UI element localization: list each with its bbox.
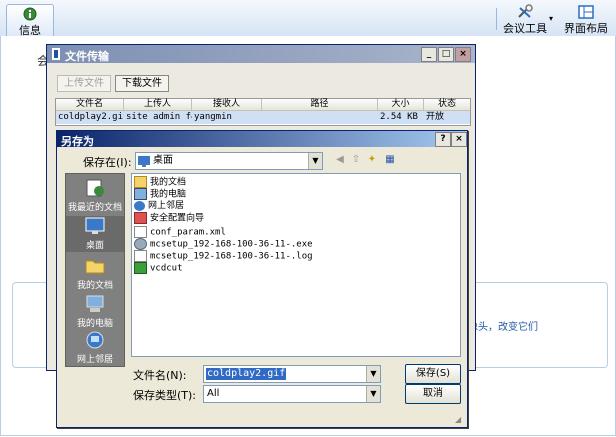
list-item[interactable]: mcsetup_192-168-100-36-11-.exe xyxy=(134,238,313,250)
info-icon xyxy=(23,7,37,21)
layout-icon xyxy=(578,5,594,19)
place-label: 网上邻居 xyxy=(76,355,113,365)
place-desktop[interactable]: 桌面 xyxy=(66,216,124,252)
column-header[interactable]: 路径 xyxy=(262,99,378,111)
shortcut-icon xyxy=(134,262,147,274)
place-network[interactable]: 网上邻居 xyxy=(66,330,124,365)
list-item[interactable]: 网上邻居 xyxy=(134,200,184,212)
list-item[interactable]: mcsetup_192-168-100-36-11-.log xyxy=(134,250,313,262)
upload-button[interactable]: 上传文件 xyxy=(57,75,111,92)
table-cell: site admin f4 xyxy=(126,112,192,122)
help-button[interactable]: ? xyxy=(435,132,451,147)
place-label: 我最近的文档 xyxy=(67,203,122,213)
close-button[interactable]: × xyxy=(451,132,467,147)
up-folder-icon[interactable]: ⇧ xyxy=(349,153,363,167)
column-header[interactable]: 上传人 xyxy=(124,99,192,111)
place-my-computer[interactable]: 我的电脑 xyxy=(66,294,124,329)
view-menu-icon[interactable]: ▦ xyxy=(383,153,397,167)
background-link[interactable]: 像头，改变它们 xyxy=(468,318,538,333)
list-item[interactable]: 我的电脑 xyxy=(134,188,186,200)
recent-documents-icon xyxy=(86,179,104,197)
new-folder-icon[interactable]: ✦ xyxy=(365,153,379,167)
save-button[interactable]: 保存(S) xyxy=(405,364,461,384)
filetype-select[interactable]: All ▼ xyxy=(203,385,381,403)
place-label: 我的文档 xyxy=(76,281,113,291)
filename-field[interactable]: coldplay2.gif ▼ xyxy=(203,365,381,383)
layout-label: 界面布局 xyxy=(564,22,608,35)
folder-icon xyxy=(134,176,147,188)
save-in-value: 桌面 xyxy=(153,155,173,166)
table-cell: 2.54 KB xyxy=(380,112,418,122)
tab-info[interactable]: 信息 xyxy=(6,4,54,37)
save-as-titlebar[interactable]: 另存为 ? × xyxy=(57,131,467,148)
filetype-label: 保存类型(T): xyxy=(133,389,197,402)
chevron-down-icon[interactable]: ▾ xyxy=(549,14,553,23)
back-icon[interactable]: ◀ xyxy=(333,153,347,167)
resize-grip-icon[interactable]: ◢ xyxy=(455,415,461,424)
save-in-label: 保存在(I): xyxy=(83,156,132,169)
network-icon xyxy=(86,331,104,349)
installer-icon xyxy=(134,238,147,250)
toolbar-separator xyxy=(496,8,497,30)
list-item[interactable]: 安全配置向导 xyxy=(134,212,204,224)
security-wizard-icon xyxy=(134,212,147,224)
maximize-button[interactable]: □ xyxy=(438,47,454,62)
places-bar: 我最近的文档 桌面 我的文档 我的电脑 网上邻居 xyxy=(65,173,125,367)
layout-button[interactable]: 界面布局 xyxy=(560,4,612,35)
app-toolbar: 信息 会议工具 ▾ 界面布局 xyxy=(0,0,616,37)
file-transfer-titlebar[interactable]: 文件传输 _ □ × xyxy=(47,45,475,63)
file-icon xyxy=(134,226,147,238)
table-cell: coldplay2.gif xyxy=(58,112,124,122)
place-my-documents[interactable]: 我的文档 xyxy=(66,256,124,291)
place-label: 我的电脑 xyxy=(76,319,113,329)
save-as-title: 另存为 xyxy=(61,135,94,148)
minimize-button[interactable]: _ xyxy=(421,47,437,62)
column-header[interactable]: 接收人 xyxy=(192,99,262,111)
file-list: 我的文档 我的电脑 网上邻居 安全配置向导 conf_param.xml mcs… xyxy=(131,173,461,357)
chevron-down-icon[interactable]: ▼ xyxy=(366,366,380,382)
list-item[interactable]: conf_param.xml xyxy=(134,226,226,238)
place-recent[interactable]: 我最近的文档 xyxy=(66,178,124,213)
list-item[interactable]: vcdcut xyxy=(134,262,183,274)
column-header[interactable]: 文件名 xyxy=(56,99,124,111)
table-cell xyxy=(262,111,378,124)
column-header[interactable]: 大小 xyxy=(378,99,424,111)
text-file-icon xyxy=(134,250,147,262)
download-button[interactable]: 下载文件 xyxy=(115,75,169,92)
chevron-down-icon[interactable]: ▼ xyxy=(308,153,322,169)
computer-icon xyxy=(86,295,104,312)
table-cell: 开放 xyxy=(426,112,445,122)
meeting-tools-label: 会议工具 xyxy=(503,22,547,35)
computer-icon xyxy=(134,188,147,200)
close-button[interactable]: × xyxy=(455,47,471,62)
list-item[interactable]: 我的文档 xyxy=(134,176,186,188)
file-transfer-title: 文件传输 xyxy=(65,50,109,63)
filename-label: 文件名(N): xyxy=(133,369,187,382)
tools-icon xyxy=(518,4,533,18)
network-icon xyxy=(134,200,145,211)
desktop-icon xyxy=(138,156,150,167)
save-as-dialog: 另存为 ? × 保存在(I): 桌面 ▼ ◀ ⇧ ✦ ▦ 我最近的文档 桌面 我… xyxy=(56,130,468,428)
desktop-icon xyxy=(85,217,105,234)
chevron-down-icon[interactable]: ▼ xyxy=(366,386,380,402)
place-label: 桌面 xyxy=(85,241,104,251)
meeting-tools-button[interactable]: 会议工具 xyxy=(502,4,548,35)
filetype-value: All xyxy=(207,388,220,399)
folder-icon xyxy=(85,260,105,274)
file-table: 文件名 上传人 接收人 路径 大小 状态 coldplay2.gif site … xyxy=(55,98,471,126)
save-in-select[interactable]: 桌面 ▼ xyxy=(135,152,323,170)
cancel-button[interactable]: 取消 xyxy=(405,384,461,404)
column-header[interactable]: 状态 xyxy=(424,99,470,111)
table-cell: yangmin xyxy=(194,112,232,122)
filename-value: coldplay2.gif xyxy=(206,368,287,380)
app-icon xyxy=(52,48,60,60)
